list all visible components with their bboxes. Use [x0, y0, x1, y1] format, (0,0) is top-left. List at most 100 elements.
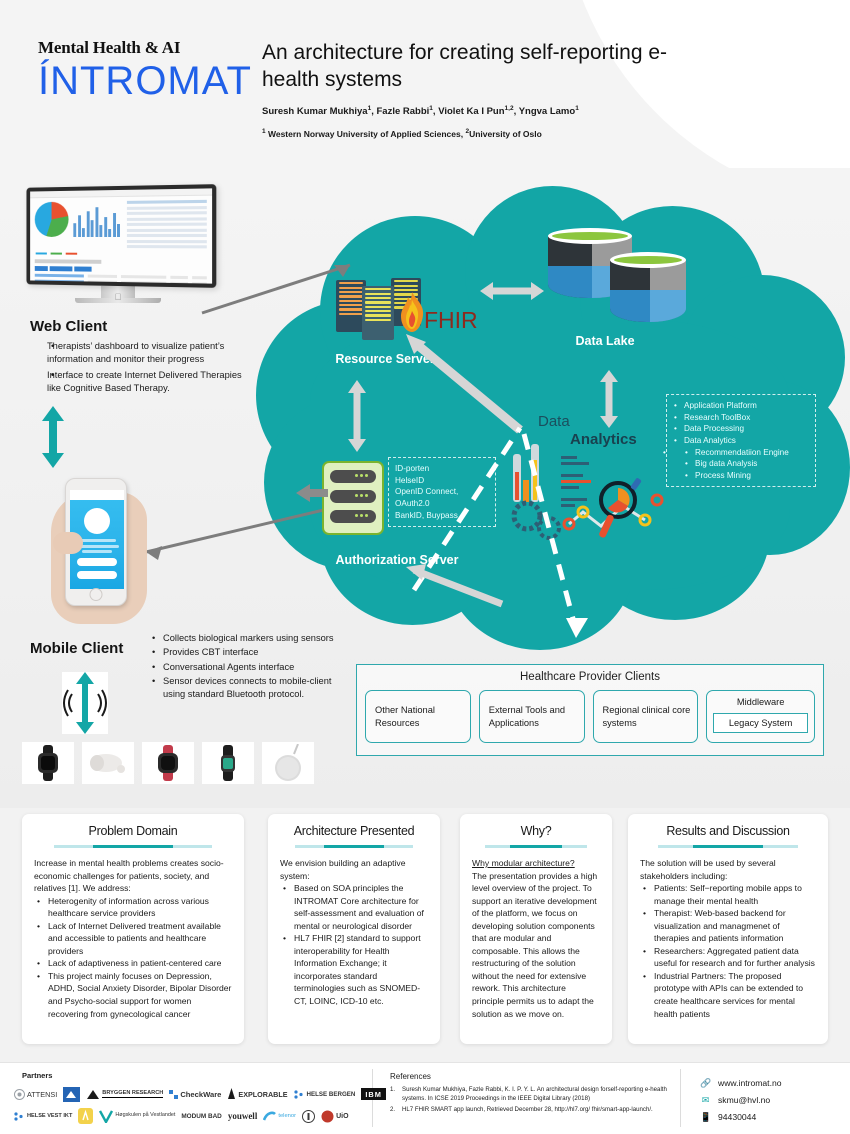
partner-logo-explorable: EXPLORABLE — [227, 1088, 288, 1100]
contact-website-text: www.intromat.no — [718, 1078, 782, 1089]
healthcare-provider-clients-panel: Healthcare Provider Clients Other Nation… — [356, 664, 824, 756]
contact-website[interactable]: 🔗 www.intromat.no — [700, 1075, 782, 1092]
panel-title: Architecture Presented — [293, 824, 415, 838]
monitor-screen — [26, 184, 217, 288]
panel-title: Results and Discussion — [666, 824, 790, 838]
contact-phone[interactable]: 📱 94430044 — [700, 1109, 782, 1126]
data-lake-label: Data Lake — [575, 334, 635, 348]
title-block: An architecture for creating self-report… — [262, 40, 722, 139]
footer: Partners ATTENSI BRYGGEN RESEARCH CheckW… — [0, 1062, 850, 1134]
reference-text: Suresh Kumar Mukhiya, Fazle Rabbi, K. I.… — [402, 1086, 667, 1103]
partner-logo-bryggen-research: BRYGGEN RESEARCH — [86, 1088, 164, 1100]
web-client-title: Web Client — [30, 318, 108, 335]
panel-problem-domain: Problem Domain Increase in mental health… — [22, 814, 244, 1044]
list-item: Big data Analysis — [685, 458, 809, 470]
provider-card-middleware[interactable]: Middleware Legacy System — [706, 690, 815, 743]
data-lake-icon — [548, 228, 693, 328]
apple-logo-icon:  — [115, 292, 122, 302]
list-item: Research ToolBox — [674, 412, 809, 424]
panel-intro: The presentation provides a high level o… — [472, 870, 598, 1019]
poster-canvas: Mental Health & AI ÍNTROMAT An architect… — [0, 0, 850, 1134]
panel-results-and-discussion: Results and Discussion The solution will… — [628, 814, 828, 1044]
references-title: References — [390, 1072, 431, 1081]
panel-intro: We envision building an adaptive system: — [280, 858, 406, 881]
list-item: Conversational Agents interface — [152, 661, 340, 675]
list-item: This project mainly focuses on Depressio… — [37, 970, 232, 1020]
mobile-client-phone — [45, 472, 150, 627]
content-panels: Problem Domain Increase in mental health… — [0, 806, 850, 1051]
affiliation-list: 1 Western Norway University of Applied S… — [262, 128, 542, 139]
smartwatch-icon — [22, 742, 74, 784]
bar-chart-icon — [73, 201, 122, 238]
list-item: Application Platform — [674, 400, 809, 412]
auth-slot — [330, 510, 376, 523]
provider-card-regional-clinical[interactable]: Regional clinical core systems — [592, 690, 699, 743]
link-icon: 🔗 — [700, 1078, 712, 1088]
home-button-icon[interactable] — [89, 588, 103, 601]
partner-logo-checkware: CheckWare — [169, 1089, 221, 1099]
list-item: Collects biological markers using sensor… — [152, 632, 340, 646]
app-illustration-icon — [84, 508, 110, 534]
pie-chart-icon — [34, 201, 69, 237]
app-primary-button[interactable] — [77, 558, 117, 566]
app-secondary-button[interactable] — [77, 571, 117, 579]
panel-title: Why? — [520, 824, 552, 838]
legacy-system-box[interactable]: Legacy System — [713, 712, 808, 734]
mobile-client-connector-arrow — [145, 506, 333, 560]
author-list: Suresh Kumar Mukhiya1, Fazle Rabbi1, Vio… — [262, 104, 579, 117]
panel-divider — [53, 845, 213, 848]
panel-divider — [484, 845, 588, 848]
references-block: References 1. Suresh Kumar Mukhiya, Fazl… — [390, 1071, 674, 1116]
contact-email-text: skmu@hvl.no — [718, 1095, 771, 1106]
partner-logo-helse-vest-ikt: HELSE VEST IKT — [14, 1111, 72, 1121]
list-item: Process Mining — [685, 470, 809, 482]
list-item: Lack of adaptiveness in patient-centered… — [37, 957, 232, 970]
vr-headset-icon — [82, 742, 134, 784]
fitness-band-icon — [202, 742, 254, 784]
smart-speaker-icon — [262, 742, 314, 784]
contact-block: 🔗 www.intromat.no ✉ skmu@hvl.no 📱 944300… — [700, 1075, 782, 1126]
partner-logo-telenor: telenor — [263, 1111, 296, 1122]
panel-divider — [657, 845, 799, 848]
dashboard-side-table — [126, 199, 207, 251]
healthcare-provider-title: Healthcare Provider Clients — [520, 671, 660, 683]
app-header-bar — [70, 490, 124, 500]
auth-slot — [330, 490, 376, 503]
wearable-devices-strip — [22, 742, 314, 784]
partner-logo-modum-bad: MODUM BAD — [181, 1112, 222, 1120]
list-item: Therapists’ dashboard to visualize patie… — [47, 340, 249, 367]
list-item: Interface to create Internet Delivered T… — [47, 369, 249, 396]
provider-card-other-national-resources[interactable]: Other National Resources — [365, 690, 471, 743]
list-item: Lack of Internet Delivered treatment ava… — [37, 920, 232, 958]
logo-wordmark: ÍNTROMAT — [38, 59, 252, 103]
bluetooth-signal-icon — [62, 672, 108, 734]
page-title: An architecture for creating self-report… — [262, 41, 668, 91]
patients-table — [30, 256, 212, 288]
web-client-monitor:  — [22, 184, 217, 303]
list-item: Therapist: Web-based backend for visuali… — [643, 907, 816, 945]
panel-architecture-presented: Architecture Presented We envision build… — [268, 814, 440, 1044]
reference-item: 1. Suresh Kumar Mukhiya, Fazle Rabbi, K.… — [390, 1085, 674, 1103]
reference-number: 2. — [390, 1106, 396, 1114]
list-item: Researchers: Aggregated patient data use… — [643, 945, 816, 970]
contact-email[interactable]: ✉ skmu@hvl.no — [700, 1092, 782, 1109]
web-client-bullets: Therapists’ dashboard to visualize patie… — [34, 340, 249, 398]
list-item: Recommendatiion Engine — [685, 447, 809, 459]
partner-logo-ibm: IBM — [361, 1088, 386, 1100]
list-item: Data Processing — [674, 423, 809, 435]
partner-logos: ATTENSI BRYGGEN RESEARCH CheckWare EXPLO… — [14, 1083, 386, 1127]
partner-logo-anatta — [78, 1108, 94, 1124]
panel-intro: The solution will be used by several sta… — [640, 858, 776, 881]
provider-card-external-tools[interactable]: External Tools and Applications — [478, 690, 585, 743]
authorization-server-icon — [322, 461, 384, 535]
dashed-flow-lines — [411, 426, 588, 638]
partner-logo-row: ATTENSI BRYGGEN RESEARCH CheckWare EXPLO… — [14, 1083, 386, 1105]
resource-to-auth-arrow — [348, 380, 366, 452]
partner-logo-helse-bergen: HELSE BERGEN — [293, 1089, 355, 1099]
list-item: HL7 FHIR [2] standard to support interop… — [283, 932, 428, 1007]
partner-logo-uio: UiO — [321, 1110, 349, 1123]
list-item: Sensor devices connects to mobile-client… — [152, 675, 340, 702]
middleware-label: Middleware — [736, 697, 785, 707]
panel-intro: Increase in mental health problems creat… — [34, 858, 224, 894]
partner-logo-attensi: ATTENSI — [14, 1088, 57, 1100]
